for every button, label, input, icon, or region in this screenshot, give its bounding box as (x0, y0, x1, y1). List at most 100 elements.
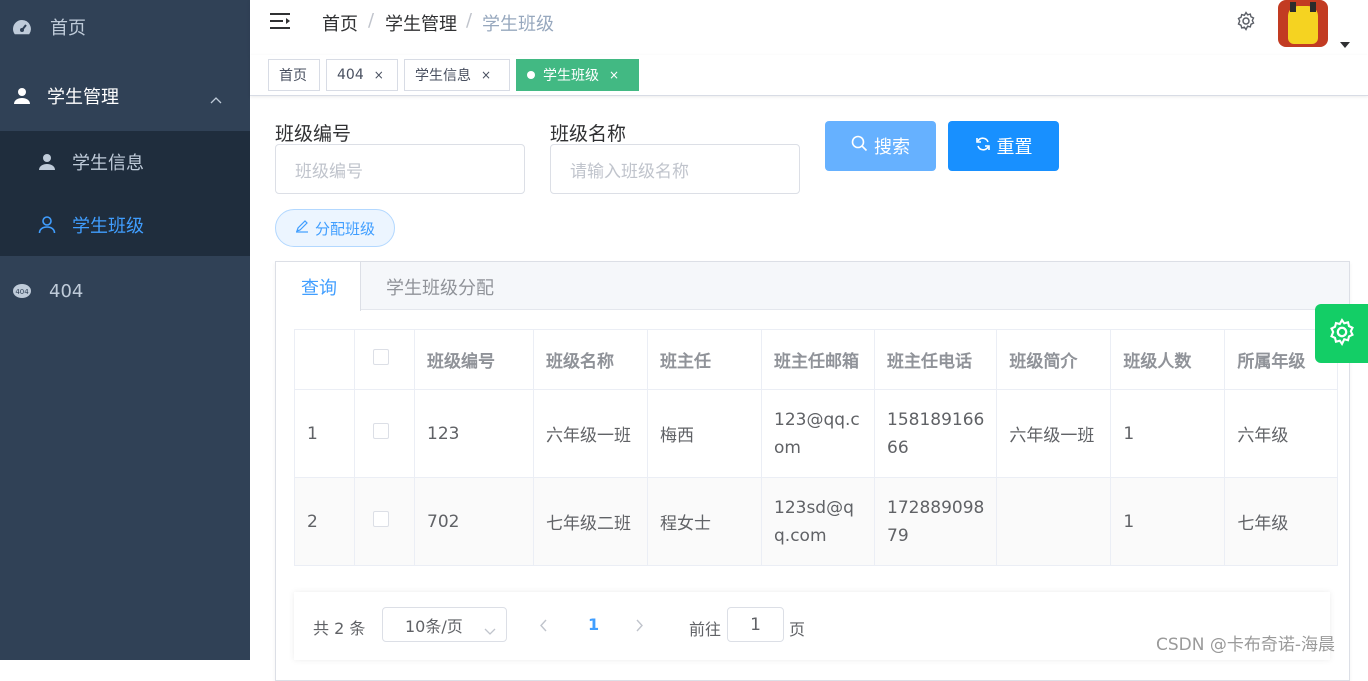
tab-label: 学生班级分配 (386, 277, 494, 299)
chevron-down-icon (484, 621, 496, 640)
page-number-current[interactable]: 1 (588, 615, 599, 634)
sidebar-item-student-class[interactable]: 学生班级 (0, 205, 250, 245)
phone-line: 66 (887, 437, 909, 458)
email-line: q.com (774, 525, 827, 546)
hamburger-icon[interactable] (270, 11, 292, 35)
sidebar-item-home[interactable]: 首页 (0, 7, 250, 47)
row-index: 2 (294, 477, 355, 566)
breadcrumb-separator: / (466, 10, 473, 31)
class-name-input[interactable]: 请输入班级名称 (550, 144, 800, 194)
sidebar-item-student-info[interactable]: 学生信息 (0, 142, 250, 182)
tab-query[interactable]: 查询 (276, 262, 361, 311)
sidebar-item-label: 学生信息 (72, 153, 144, 174)
breadcrumb-current: 学生班级 (482, 14, 554, 35)
sidebar-item-label: 首页 (50, 18, 86, 39)
sidebar-item-404[interactable]: 404 404 (0, 271, 250, 311)
user-icon (11, 85, 33, 107)
tab-label: 查询 (301, 277, 337, 299)
search-icon (851, 135, 868, 157)
404-icon: 404 (11, 280, 33, 302)
breadcrumb-separator: / (368, 10, 375, 31)
sidebar: 首页 学生管理 学生信息 学生班级 404 404 (0, 0, 250, 660)
teacher-cell: 程女士 (647, 477, 762, 566)
tags-view: 首页 404 × 学生信息 × 学生班级 × (250, 55, 1368, 96)
tab-class-assignment[interactable]: 学生班级分配 (386, 262, 536, 311)
user-outline-icon (36, 214, 58, 236)
phone-line: 79 (887, 525, 909, 546)
email-line: 123sd@q (774, 497, 854, 518)
tag-404[interactable]: 404 × (326, 59, 398, 91)
email-cell: 123sd@q q.com (761, 477, 875, 566)
goto-label: 前往 (689, 620, 722, 639)
email-line: 123@qq.c (774, 409, 860, 430)
class-name-cell: 七年级二班 (533, 477, 648, 566)
navbar: 首页 / 学生管理 / 学生班级 (250, 0, 1368, 55)
class-no-input[interactable]: 班级编号 (275, 144, 525, 194)
gear-icon (1328, 317, 1356, 350)
breadcrumb-home[interactable]: 首页 (322, 10, 358, 36)
grade-cell: 七年级 (1224, 477, 1339, 566)
breadcrumb-student-management[interactable]: 学生管理 (385, 10, 457, 36)
sidebar-item-label: 学生管理 (47, 87, 119, 108)
table-row[interactable]: 1 123 六年级一班 梅西 123@qq.c om 158189166 66 六年… (294, 389, 1339, 478)
watermark: CSDN @卡布奇诺-海晨 (1156, 635, 1336, 655)
close-icon[interactable]: × (374, 68, 384, 82)
phone-line: 172889098 (887, 497, 985, 518)
assign-class-button[interactable]: 分配班级 (275, 209, 395, 247)
column-header[interactable]: 班主任邮箱 (761, 329, 875, 390)
user-icon (36, 151, 58, 173)
tag-student-class[interactable]: 学生班级 × (516, 59, 639, 91)
column-header[interactable]: 班级名称 (533, 329, 648, 390)
page-size-select[interactable]: 10条/页 (382, 607, 507, 642)
row-select-cell (354, 477, 415, 566)
close-icon[interactable]: × (609, 68, 619, 82)
table-row[interactable]: 2 702 七年级二班 程女士 123sd@q q.com 172889098 79… (294, 477, 1339, 566)
prev-page-icon[interactable] (539, 617, 547, 636)
edit-icon (295, 219, 309, 237)
pagination-total: 共 2 条 (313, 619, 366, 638)
column-header[interactable]: 班级人数 (1110, 329, 1226, 390)
caret-down-icon[interactable] (1340, 33, 1350, 52)
teacher-cell: 梅西 (647, 389, 762, 478)
tag-student-info[interactable]: 学生信息 × (404, 59, 510, 91)
gear-icon[interactable] (1236, 11, 1256, 35)
tag-label: 首页 (279, 68, 307, 84)
close-icon[interactable]: × (481, 68, 491, 82)
next-page-icon[interactable] (636, 617, 644, 636)
tag-label: 404 (337, 67, 364, 83)
email-line: om (774, 437, 801, 458)
intro-cell (996, 477, 1112, 566)
class-name-label: 班级名称 (550, 123, 627, 145)
class-no-cell: 702 (414, 477, 534, 566)
page-suffix: 页 (789, 620, 806, 639)
column-header[interactable]: 班主任 (647, 329, 762, 390)
class-no-label: 班级编号 (275, 123, 352, 145)
tag-label: 学生班级 (543, 68, 599, 84)
chevron-up-icon (210, 88, 222, 109)
select-all-checkbox[interactable] (373, 349, 389, 365)
class-no-cell: 123 (414, 389, 534, 478)
refresh-icon (975, 136, 991, 157)
assign-class-label: 分配班级 (314, 219, 375, 238)
sidebar-item-student-management[interactable]: 学生管理 (0, 76, 250, 116)
column-header[interactable]: 班级编号 (414, 329, 534, 390)
row-select-cell (354, 389, 415, 478)
column-header[interactable]: 班级简介 (996, 329, 1112, 390)
settings-button[interactable] (1315, 304, 1368, 363)
search-button[interactable]: 搜索 (825, 121, 936, 171)
count-cell: 1 (1110, 389, 1226, 478)
active-dot-icon (527, 71, 535, 79)
reset-button[interactable]: 重置 (948, 121, 1059, 171)
sidebar-item-label: 学生班级 (72, 216, 144, 237)
row-checkbox[interactable] (373, 511, 389, 527)
email-cell: 123@qq.c om (761, 389, 875, 478)
class-name-cell: 六年级一班 (533, 389, 648, 478)
tag-home[interactable]: 首页 (268, 59, 320, 91)
avatar-ear (1290, 2, 1296, 12)
column-header[interactable]: 班主任电话 (873, 329, 998, 390)
goto-page-input[interactable]: 1 (727, 607, 784, 642)
row-checkbox[interactable] (373, 423, 389, 439)
avatar[interactable] (1278, 0, 1328, 47)
phone-cell: 158189166 66 (873, 389, 998, 478)
row-index: 1 (294, 389, 355, 478)
